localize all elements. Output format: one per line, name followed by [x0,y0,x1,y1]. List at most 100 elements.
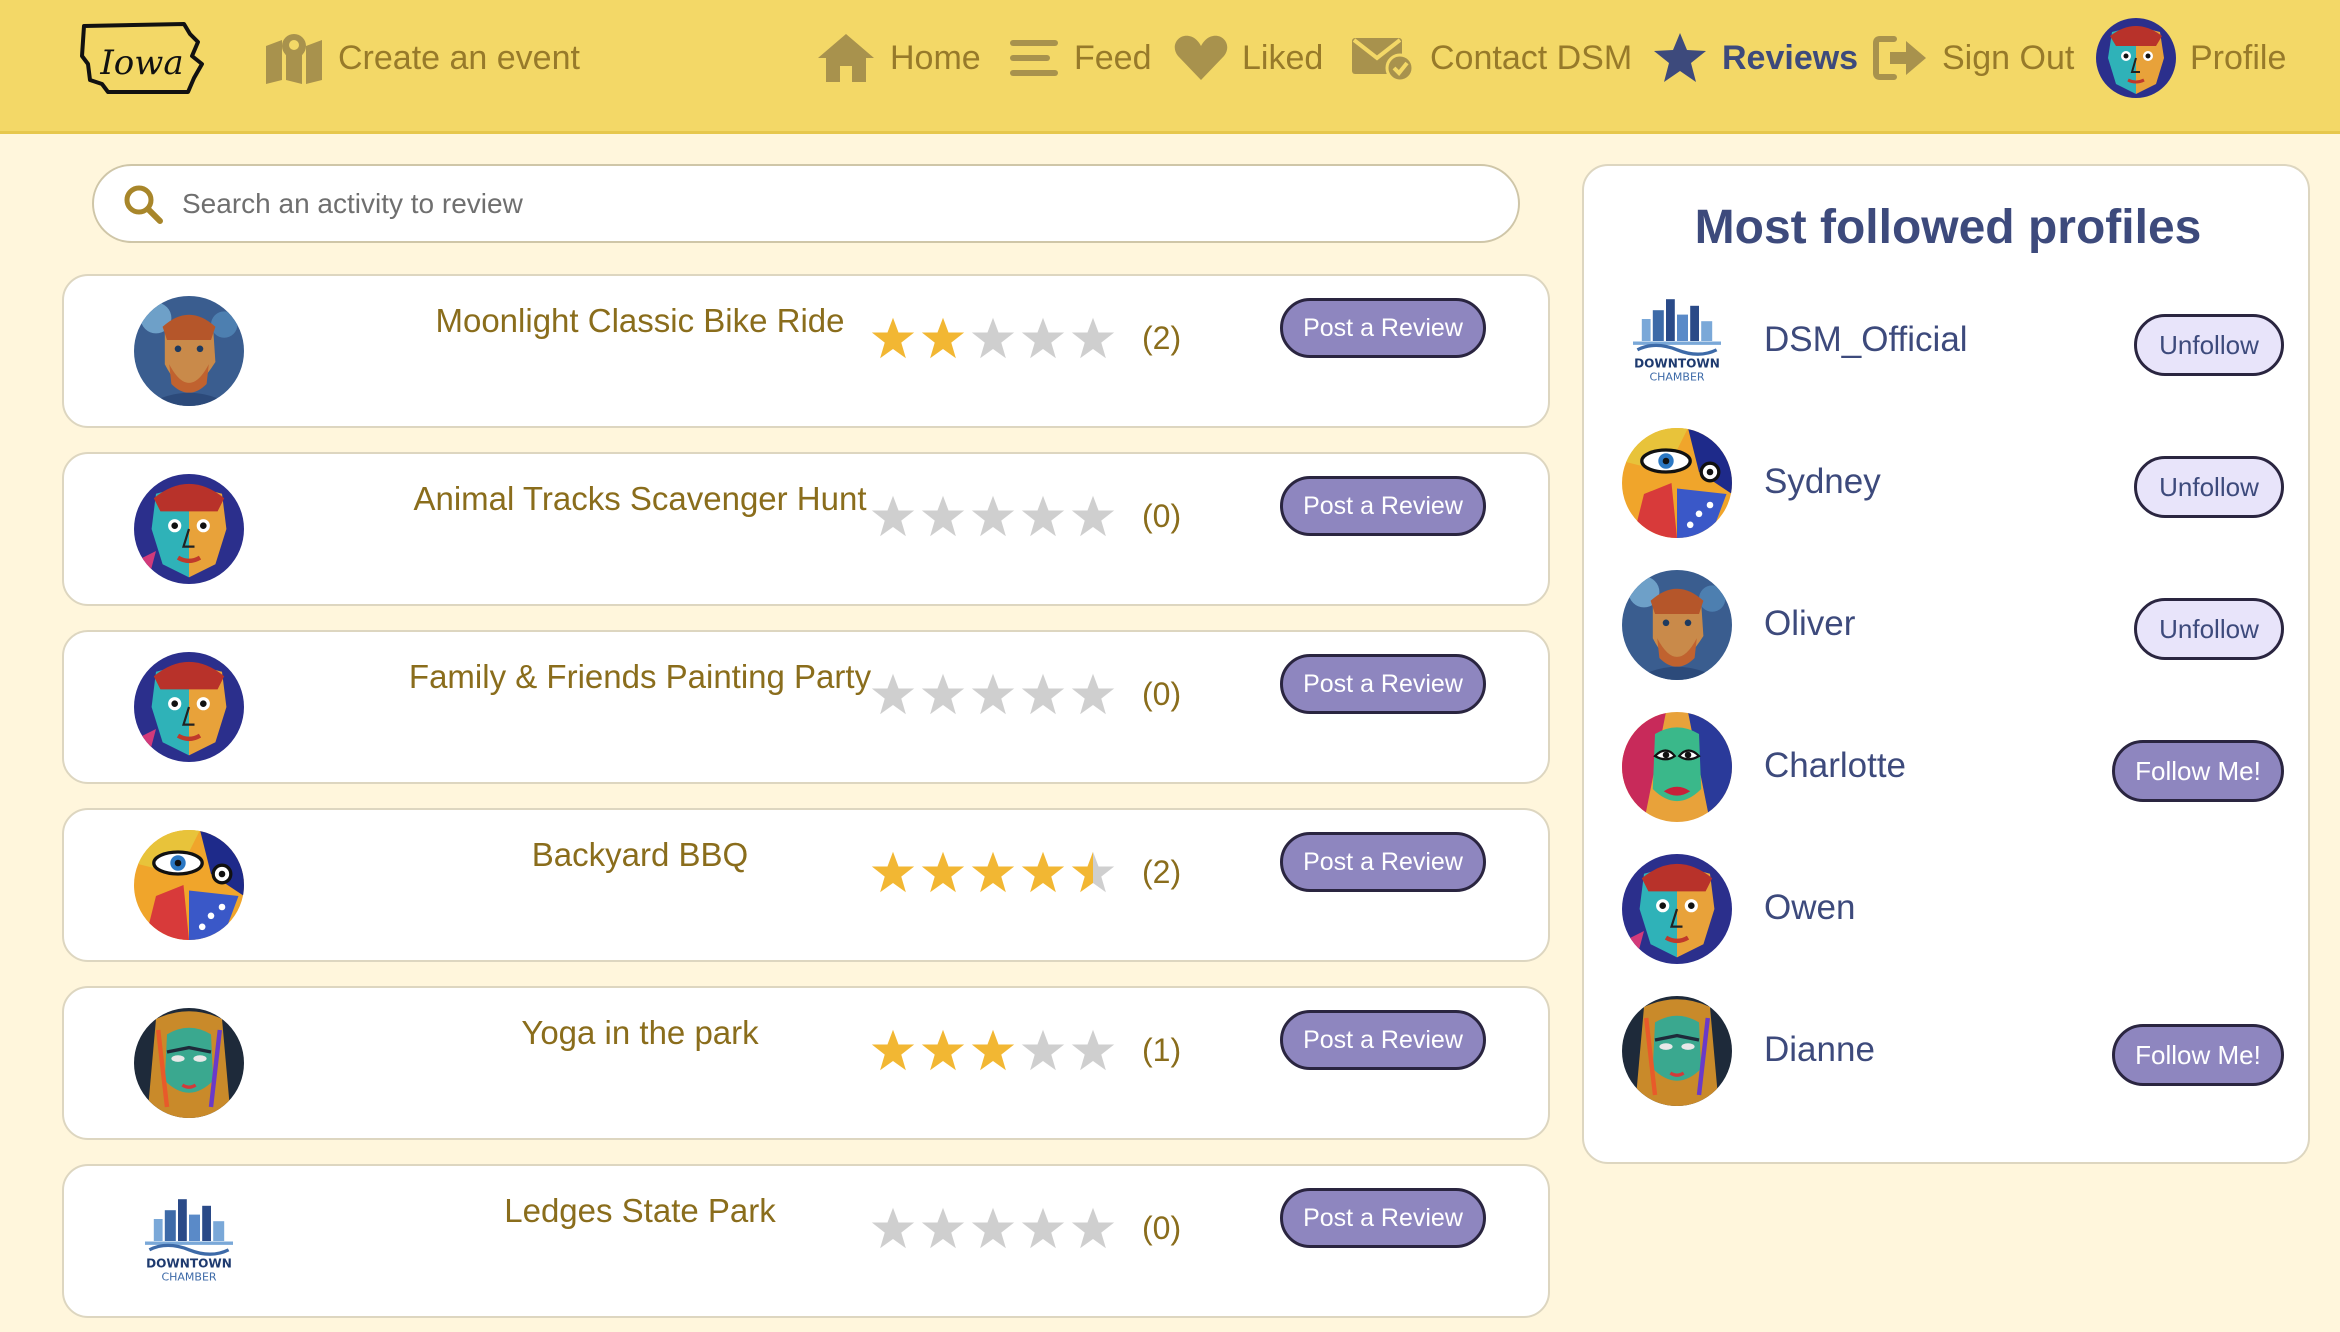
nav-feed-label: Feed [1074,38,1152,77]
profile-name[interactable]: Owen [1764,888,1855,928]
star-icon [920,493,966,539]
star-icon [1020,315,1066,361]
activity-avatar [134,830,244,940]
star-rating [870,488,1116,544]
star-icon [970,315,1016,361]
star-icon [920,315,966,361]
star-icon [1020,493,1066,539]
nav-liked[interactable]: Liked [1174,0,1323,116]
profile-avatar[interactable]: DOWNTOWN CHAMBER [1622,286,1732,396]
activity-card: Moonlight Classic Bike Ride (2) Post a R… [62,274,1550,428]
star-rating [870,844,1116,900]
star-icon [870,849,916,895]
top-nav: Iowa Create an event Home Feed Liked Con… [0,0,2340,134]
star-icon [1070,493,1116,539]
nav-profile-label: Profile [2190,38,2287,77]
menu-lines-icon [1008,36,1060,80]
profile-name[interactable]: Sydney [1764,462,1881,502]
star-icon [920,671,966,717]
profile-name[interactable]: Charlotte [1764,746,1906,786]
unfollow-button[interactable]: Unfollow [2134,598,2284,660]
nav-contact[interactable]: Contact DSM [1350,0,1632,116]
star-icon [970,1027,1016,1073]
star-icon [1070,315,1116,361]
activity-card: Animal Tracks Scavenger Hunt (0) Post a … [62,452,1550,606]
star-icon [1020,1205,1066,1251]
search-bar [92,164,1520,243]
iowa-logo[interactable]: Iowa [78,20,208,104]
activity-card: DOWNTOWN CHAMBER Ledges State Park (0) Po… [62,1164,1550,1318]
activity-title: Moonlight Classic Bike Ride [435,302,845,339]
post-review-button[interactable]: Post a Review [1280,1188,1486,1248]
profile-avatar[interactable] [1622,854,1732,964]
sign-out-icon [1872,33,1928,83]
map-marker-icon [264,32,324,84]
post-review-button[interactable]: Post a Review [1280,1010,1486,1070]
avatar [2096,18,2176,98]
review-count: (0) [1142,497,1182,534]
nav-reviews[interactable]: Reviews [1652,0,1858,116]
profile-avatar[interactable] [1622,712,1732,822]
search-icon [122,183,164,225]
svg-text:DOWNTOWN: DOWNTOWN [146,1256,232,1270]
post-review-button[interactable]: Post a Review [1280,654,1486,714]
star-icon [1020,849,1066,895]
star-icon [870,1205,916,1251]
star-icon [1070,671,1116,717]
star-icon [970,1205,1016,1251]
activity-title: Family & Friends Painting Party [408,658,872,695]
nav-liked-label: Liked [1242,38,1324,77]
most-followed-panel: Most followed profiles DOWNTOWN CHAMBER D… [1582,164,2310,1164]
profile-name[interactable]: Oliver [1764,604,1855,644]
search-input[interactable] [182,187,1482,220]
star-icon [920,1027,966,1073]
star-icon [1070,849,1116,895]
logo-text: Iowa [99,43,183,83]
activity-title: Yoga in the park [521,1014,759,1051]
star-icon [920,1205,966,1251]
review-count: (2) [1142,853,1182,890]
activity-title: Backyard BBQ [531,836,749,873]
star-icon [1020,671,1066,717]
nav-feed[interactable]: Feed [1008,0,1152,116]
activity-card: Backyard BBQ (2) Post a Review [62,808,1550,962]
star-icon [1652,31,1708,85]
nav-create-event[interactable]: Create an event [264,0,580,116]
follow-button[interactable]: Follow Me! [2112,1024,2284,1086]
star-icon [1070,1027,1116,1073]
post-review-button[interactable]: Post a Review [1280,476,1486,536]
unfollow-button[interactable]: Unfollow [2134,456,2284,518]
star-icon [870,671,916,717]
review-count: (0) [1142,1209,1182,1246]
star-icon [970,671,1016,717]
svg-text:CHAMBER: CHAMBER [161,1271,216,1284]
panel-title: Most followed profiles [1694,201,2202,254]
post-review-button[interactable]: Post a Review [1280,298,1486,358]
heart-icon [1174,34,1228,82]
profile-row: DOWNTOWN CHAMBER DSM_Official Unfollow [1584,284,2312,398]
profile-name[interactable]: Dianne [1764,1030,1875,1070]
profile-avatar[interactable] [1622,428,1732,538]
activity-avatar [134,652,244,762]
profile-avatar[interactable] [1622,570,1732,680]
activity-avatar [134,296,244,406]
star-rating [870,666,1116,722]
unfollow-button[interactable]: Unfollow [2134,314,2284,376]
nav-sign-out-label: Sign Out [1942,38,2075,77]
follow-button[interactable]: Follow Me! [2112,740,2284,802]
profile-name[interactable]: DSM_Official [1764,320,1968,360]
post-review-button[interactable]: Post a Review [1280,832,1486,892]
nav-home[interactable]: Home [816,0,981,116]
svg-text:CHAMBER: CHAMBER [1649,371,1704,384]
star-icon [1070,1205,1116,1251]
star-icon [1020,1027,1066,1073]
nav-profile[interactable]: Profile [2096,0,2286,116]
profile-avatar[interactable] [1622,996,1732,1106]
nav-sign-out[interactable]: Sign Out [1872,0,2074,116]
star-icon [920,849,966,895]
star-icon [870,493,916,539]
mail-check-icon [1350,34,1416,83]
star-rating [870,1022,1116,1078]
profile-row: Charlotte Follow Me! [1584,710,2312,824]
profile-row: Dianne Follow Me! [1584,994,2312,1108]
